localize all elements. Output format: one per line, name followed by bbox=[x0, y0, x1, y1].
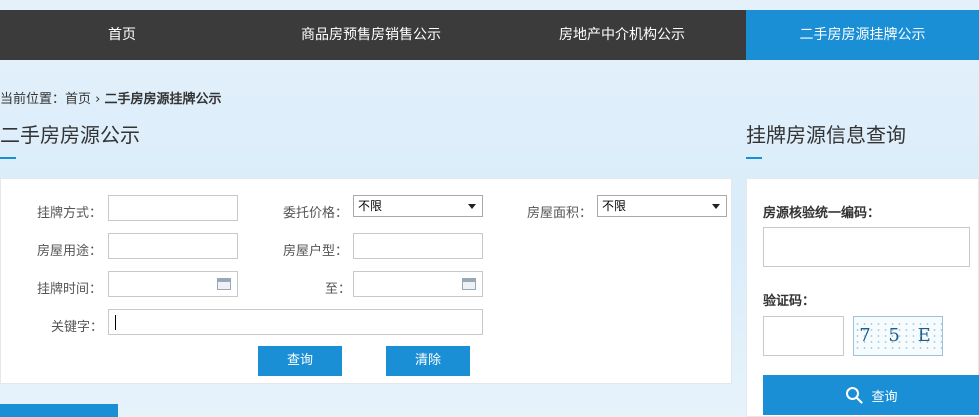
page-title: 二手房房源公示 bbox=[0, 123, 140, 147]
listing-code-input[interactable] bbox=[763, 227, 970, 267]
search-icon bbox=[846, 387, 864, 404]
layout-label: 房屋户型： bbox=[283, 244, 349, 259]
listing-time-label: 挂牌时间： bbox=[37, 282, 103, 297]
chevron-down-icon bbox=[468, 204, 476, 209]
listing-query-panel: 房源核验统一编码： 验证码： 7 5 E H 查询 bbox=[746, 178, 979, 417]
keyword-label: 关键字： bbox=[51, 320, 104, 335]
bottom-tab[interactable] bbox=[0, 404, 118, 417]
listing-query-button[interactable]: 查询 bbox=[763, 375, 979, 415]
listing-method-input[interactable] bbox=[108, 195, 238, 221]
calendar-icon[interactable] bbox=[217, 278, 231, 290]
title-accent-bar bbox=[0, 157, 16, 159]
breadcrumb-prefix: 当前位置： bbox=[0, 92, 66, 107]
chevron-down-icon bbox=[712, 204, 720, 209]
keyword-input[interactable] bbox=[108, 309, 483, 335]
listing-query-button-label: 查询 bbox=[871, 389, 898, 405]
listing-time-to-input[interactable] bbox=[353, 271, 483, 297]
query-button[interactable]: 查询 bbox=[258, 346, 342, 376]
nav-item-presale[interactable]: 商品房预售房销售公示 bbox=[244, 10, 498, 60]
captcha-label: 验证码： bbox=[763, 294, 816, 309]
breadcrumb-current: 二手房房源挂牌公示 bbox=[104, 92, 222, 107]
clear-button[interactable]: 清除 bbox=[386, 346, 470, 376]
search-panel: 挂牌方式： 委托价格： 不限 房屋面积： 不限 房屋用途： 房屋户型： 挂牌时间… bbox=[0, 178, 732, 384]
area-select-value: 不限 bbox=[602, 199, 627, 213]
nav-item-second-hand[interactable]: 二手房房源挂牌公示 bbox=[746, 10, 979, 60]
side-title: 挂牌房源信息查询 bbox=[746, 123, 906, 147]
captcha-image[interactable]: 7 5 E H bbox=[853, 316, 943, 356]
listing-time-from-input[interactable] bbox=[108, 271, 238, 297]
price-select[interactable]: 不限 bbox=[353, 195, 483, 217]
breadcrumb-home[interactable]: 首页 bbox=[65, 92, 91, 107]
text-caret bbox=[115, 315, 116, 330]
to-label: 至： bbox=[325, 282, 352, 297]
top-nav: 首页 商品房预售房销售公示 房地产中介机构公示 二手房房源挂牌公示 bbox=[0, 10, 979, 60]
side-title-accent-bar bbox=[746, 157, 762, 159]
listing-method-label: 挂牌方式： bbox=[37, 206, 103, 221]
listing-code-label: 房源核验统一编码： bbox=[763, 206, 881, 221]
breadcrumb-separator: › bbox=[91, 92, 105, 107]
price-select-value: 不限 bbox=[358, 199, 383, 213]
nav-item-agency[interactable]: 房地产中介机构公示 bbox=[498, 10, 746, 60]
usage-label: 房屋用途： bbox=[37, 244, 103, 259]
price-label: 委托价格： bbox=[283, 206, 349, 221]
area-select[interactable]: 不限 bbox=[597, 195, 727, 217]
breadcrumb: 当前位置：首页 › 二手房房源挂牌公示 bbox=[0, 88, 222, 107]
calendar-icon[interactable] bbox=[462, 278, 476, 290]
usage-input[interactable] bbox=[108, 233, 238, 259]
area-label: 房屋面积： bbox=[527, 206, 593, 221]
captcha-input[interactable] bbox=[763, 316, 844, 356]
layout-input[interactable] bbox=[353, 233, 483, 259]
nav-item-home[interactable]: 首页 bbox=[0, 10, 244, 60]
